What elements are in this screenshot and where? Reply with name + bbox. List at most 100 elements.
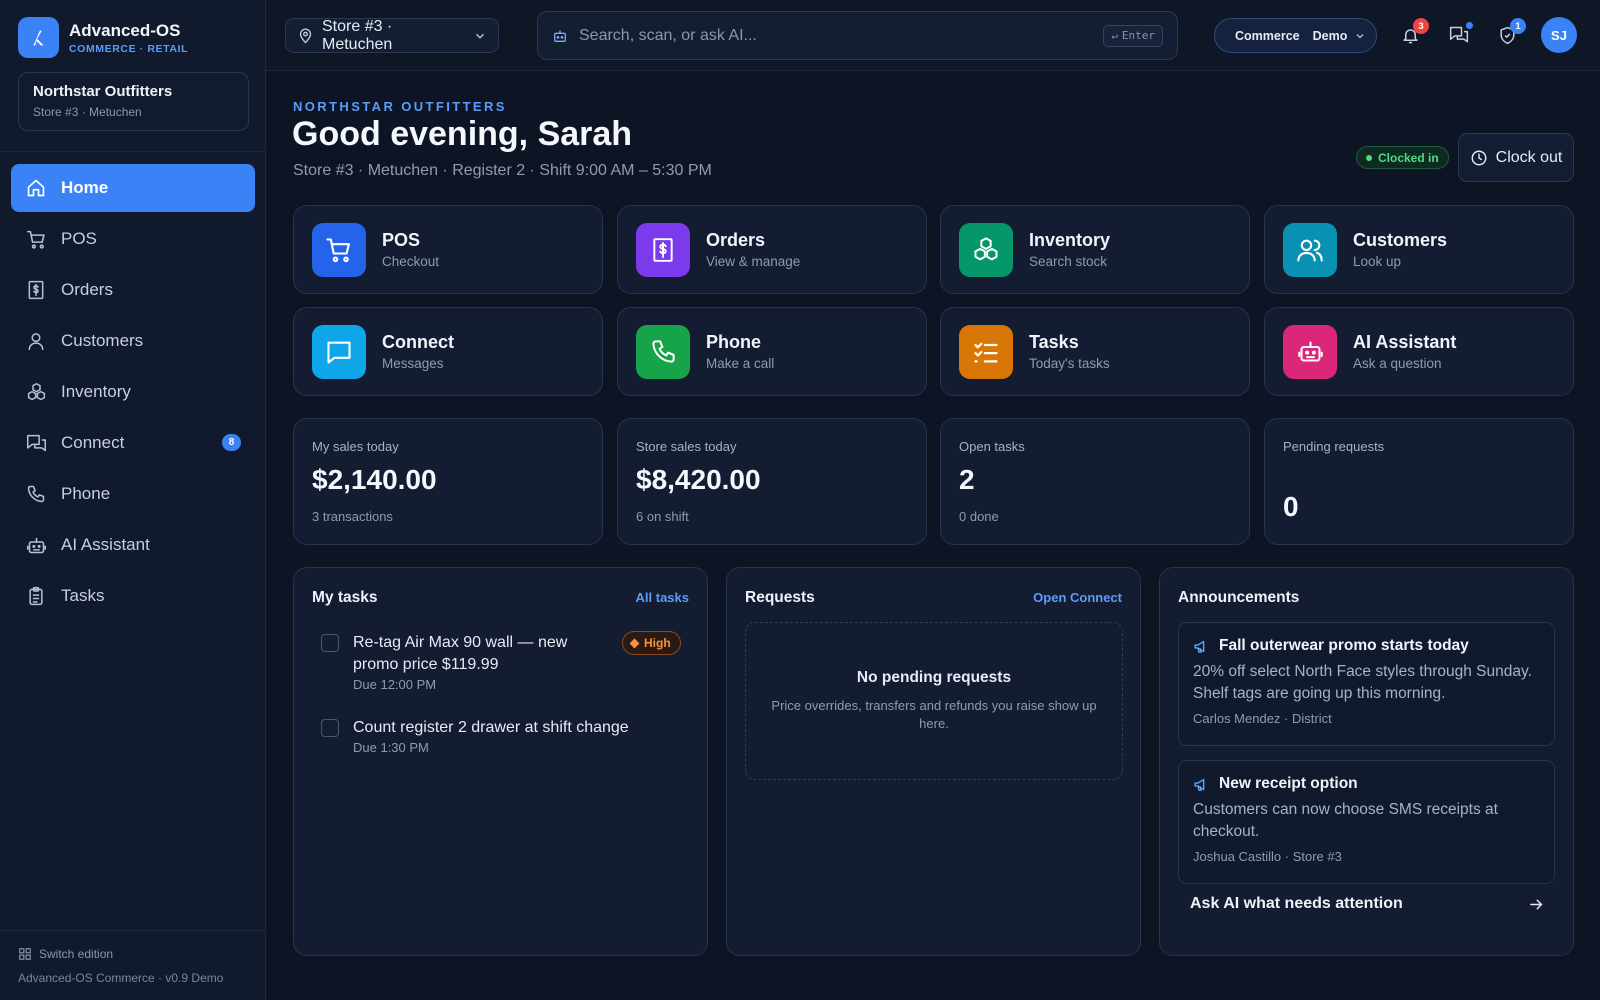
tile-title: POS bbox=[382, 230, 421, 250]
tile-title: Customers bbox=[1353, 230, 1448, 250]
notifications-button[interactable]: 3 bbox=[1397, 18, 1429, 48]
stat-pending-requests: Pending requests 0 bbox=[1264, 418, 1574, 545]
panel-title: My tasks bbox=[312, 589, 378, 606]
priority-badge: High bbox=[622, 631, 681, 655]
stat-label: Store sales today bbox=[636, 439, 737, 454]
task-due: Due 12:00 PM bbox=[353, 677, 437, 692]
tile-subtitle: View & manage bbox=[706, 254, 801, 269]
sidebar-item-label: Customers bbox=[61, 331, 144, 350]
search-bar[interactable]: ↵ Enter bbox=[537, 11, 1178, 60]
map-pin-icon bbox=[297, 27, 314, 44]
sidebar-item-phone[interactable]: Phone bbox=[11, 470, 255, 518]
task-due: Due 1:30 PM bbox=[353, 740, 429, 755]
sidebar-item-orders[interactable]: Orders bbox=[11, 266, 255, 314]
tile-connect[interactable]: Connect Messages bbox=[293, 307, 603, 396]
announcement-card[interactable]: Fall outerwear promo starts today 20% of… bbox=[1178, 622, 1555, 746]
sidebar-item-label: POS bbox=[61, 229, 97, 248]
tasks-button[interactable]: 1 bbox=[1494, 18, 1526, 48]
enter-key-hint: ↵ Enter bbox=[1103, 24, 1163, 47]
tile-phone[interactable]: Phone Make a call bbox=[617, 307, 927, 396]
user-icon bbox=[25, 330, 47, 352]
shift-info: Store #3 · Metuchen · Register 2 · Shift… bbox=[293, 162, 712, 179]
sidebar-item-pos[interactable]: POS bbox=[11, 215, 255, 263]
task-checkbox[interactable] bbox=[321, 634, 339, 652]
tile-orders[interactable]: Orders View & manage bbox=[617, 205, 927, 294]
clock-out-button[interactable]: Clock out bbox=[1458, 133, 1574, 182]
tile-subtitle: Look up bbox=[1353, 254, 1402, 269]
megaphone-icon bbox=[1193, 776, 1210, 793]
sidebar-item-connect[interactable]: Connect 8 bbox=[11, 419, 255, 467]
announcement-card[interactable]: New receipt option Customers can now cho… bbox=[1178, 760, 1555, 884]
sidebar-item-label: Home bbox=[61, 178, 109, 197]
task-title: Count register 2 drawer at shift change bbox=[353, 719, 629, 736]
list-check-icon bbox=[959, 324, 1013, 379]
announcement-body: 20% off select North Face styles through… bbox=[1193, 663, 1532, 702]
edition-selector[interactable]: Commerce Demo bbox=[1214, 18, 1377, 53]
store-location: Store #3 · Metuchen bbox=[33, 105, 142, 119]
tile-ai-assistant[interactable]: AI Assistant Ask a question bbox=[1264, 307, 1574, 396]
sidebar-item-inventory[interactable]: Inventory bbox=[11, 368, 255, 416]
panel-title: Announcements bbox=[1178, 589, 1300, 606]
top-bar: Store #3 · Metuchen ↵ Enter Commerce Dem… bbox=[266, 0, 1600, 71]
status-badge: Clocked in bbox=[1356, 146, 1449, 169]
megaphone-icon bbox=[1193, 638, 1210, 655]
page-title: Good evening, Sarah bbox=[292, 115, 633, 153]
arrow-right-icon bbox=[1528, 896, 1545, 913]
task-checkbox[interactable] bbox=[321, 719, 339, 737]
boxes-icon bbox=[959, 222, 1013, 277]
task-item: Count register 2 drawer at shift change … bbox=[321, 717, 673, 755]
clock-out-label: Clock out bbox=[1495, 148, 1563, 166]
stat-value: $8,420.00 bbox=[636, 464, 761, 495]
sidebar-item-label: Inventory bbox=[61, 382, 131, 401]
stat-sub: 6 on shift bbox=[636, 509, 689, 524]
sidebar-item-label: Tasks bbox=[61, 586, 105, 605]
all-tasks-link[interactable]: All tasks bbox=[636, 590, 689, 605]
sidebar-item-home[interactable]: Home bbox=[11, 164, 255, 212]
stat-label: Pending requests bbox=[1283, 439, 1385, 454]
stat-open-tasks: Open tasks 2 0 done bbox=[940, 418, 1250, 545]
empty-state: No pending requests Price overrides, tra… bbox=[745, 622, 1123, 780]
clock-icon bbox=[1470, 149, 1488, 167]
stat-sub: 0 done bbox=[959, 509, 999, 524]
brand[interactable]: Advanced-OS COMMERCE · RETAIL bbox=[18, 17, 188, 58]
priority-label: High bbox=[644, 636, 671, 650]
store-selector-label: Store #3 · Metuchen bbox=[322, 17, 393, 53]
version-text: Advanced-OS Commerce · v0.9 Demo bbox=[18, 971, 224, 985]
search-input[interactable] bbox=[579, 26, 1093, 45]
avatar[interactable]: SJ bbox=[1541, 17, 1577, 53]
tile-subtitle: Checkout bbox=[382, 254, 440, 269]
announcement-title: New receipt option bbox=[1219, 775, 1358, 792]
sidebar-item-label: Connect bbox=[61, 433, 125, 452]
message-icon bbox=[312, 324, 366, 379]
sidebar-item-ai-assistant[interactable]: AI Assistant bbox=[11, 521, 255, 569]
tile-customers[interactable]: Customers Look up bbox=[1264, 205, 1574, 294]
sidebar-item-label: Phone bbox=[61, 484, 111, 503]
task-title: Re-tag Air Max 90 wall — new promo price… bbox=[353, 634, 568, 673]
sidebar-item-customers[interactable]: Customers bbox=[11, 317, 255, 365]
store-selector[interactable]: Store #3 · Metuchen bbox=[285, 18, 499, 53]
tile-title: Phone bbox=[706, 332, 762, 352]
announcement-author: Carlos Mendez · District bbox=[1193, 711, 1332, 726]
switch-edition-link[interactable]: Switch edition bbox=[18, 947, 113, 961]
announcement-author: Joshua Castillo · Store #3 bbox=[1193, 849, 1342, 864]
tile-subtitle: Search stock bbox=[1029, 254, 1108, 269]
announcement-title: Fall outerwear promo starts today bbox=[1219, 637, 1469, 654]
stat-value: 2 bbox=[959, 464, 975, 495]
store-card[interactable]: Northstar Outfitters Store #3 · Metuchen bbox=[18, 72, 249, 131]
stat-label: My sales today bbox=[312, 439, 399, 454]
diamond-icon bbox=[629, 638, 640, 648]
tile-inventory[interactable]: Inventory Search stock bbox=[940, 205, 1250, 294]
messages-button[interactable] bbox=[1446, 20, 1475, 48]
tile-tasks[interactable]: Tasks Today's tasks bbox=[940, 307, 1250, 396]
sidebar-item-tasks[interactable]: Tasks bbox=[11, 572, 255, 620]
brand-name: Advanced-OS bbox=[69, 20, 181, 40]
tile-title: Tasks bbox=[1029, 332, 1079, 352]
ask-ai-label: Ask AI what needs attention bbox=[1190, 895, 1403, 912]
open-connect-link[interactable]: Open Connect bbox=[1033, 590, 1122, 605]
receipt-icon bbox=[25, 279, 47, 301]
page-eyebrow: NORTHSTAR OUTFITTERS bbox=[293, 99, 507, 114]
ask-ai-button[interactable]: Ask AI what needs attention bbox=[1190, 895, 1545, 913]
tile-subtitle: Messages bbox=[382, 356, 444, 371]
edition-mode: Demo bbox=[1312, 28, 1348, 43]
tile-pos[interactable]: POS Checkout bbox=[293, 205, 603, 294]
